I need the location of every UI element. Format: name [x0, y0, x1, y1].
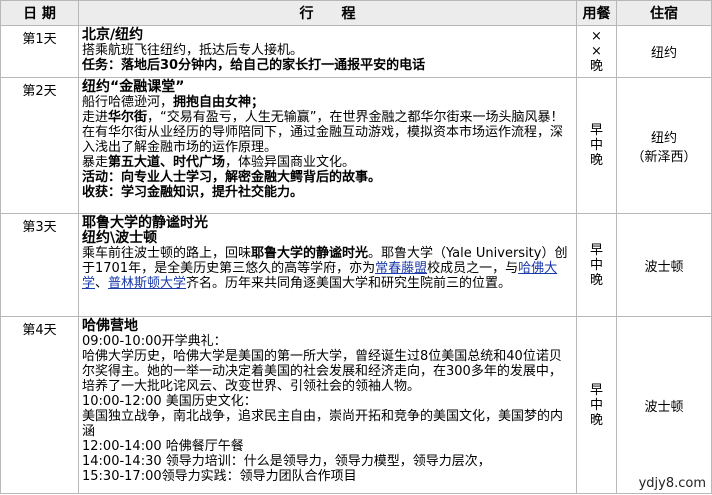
meal-cell: × × 晚 — [576, 25, 617, 78]
itinerary-text: 船行哈德逊河，拥抱自由女神； — [82, 95, 574, 110]
activity-text: 活动：向专业人士学习，解密金融大鳄背后的故事。 — [82, 170, 382, 185]
text-segment: 齐名。历年来共同角逐美国大学和研究生院前三的位置。 — [186, 276, 512, 291]
itinerary-text: 搭乘航班飞往纽约，抵达后专人接机。 — [82, 43, 304, 58]
meal-lunch: 中 — [589, 397, 603, 413]
meal-cell: 早 中 晚 — [576, 213, 617, 317]
itinerary-table: 日 期 行 程 用餐 住宿 第1天 北京/纽约 搭乘航班飞往纽约，抵达后专人接机… — [0, 0, 712, 494]
schedule-line: 15:30-17:00领导力实践：领导力团队合作项目 — [82, 469, 357, 484]
text-segment-bold: 第五大道、时代广场 — [108, 155, 226, 170]
meal-breakfast: 早 — [589, 123, 603, 138]
schedule-line: 09:00-10:00开学典礼： — [82, 334, 227, 349]
gain-text: 收获：学习金融知识，提升社交能力。 — [82, 185, 304, 200]
hotel-cell: 波士顿 — [616, 316, 712, 494]
link-ivy-league[interactable]: 常春藤盟 — [375, 261, 427, 276]
meal-lunch: × — [591, 44, 602, 59]
hotel-cell: 纽约 — [616, 25, 712, 78]
text-segment-bold: 拥抱自由女神； — [173, 95, 265, 110]
hotel-area: （新泽西） — [631, 149, 697, 165]
meal-dinner: 晚 — [589, 59, 603, 74]
day-cell: 第4天 — [0, 316, 79, 494]
itinerary-cell: 纽约“金融课堂” 船行哈德逊河，拥抱自由女神； 走进华尔街，“交易有盈亏，人生无… — [78, 77, 577, 214]
text-segment: ，“交易有盈亏，人生无输赢”，在世界金融之都华尔街来一场头脑风暴！在有华尔街从业… — [82, 110, 564, 155]
schedule-line: 10:00-12:00 美国历史文化： — [82, 394, 257, 409]
header-itinerary: 行 程 — [78, 0, 577, 26]
hotel-cell: 纽约 （新泽西） — [616, 77, 712, 214]
meal-dinner: 晚 — [589, 412, 603, 428]
table-row: 第1天 北京/纽约 搭乘航班飞往纽约，抵达后专人接机。 任务：落地后30分钟内，… — [0, 25, 712, 78]
watermark: ydjy8.com — [636, 476, 708, 491]
itinerary-text: 暴走第五大道、时代广场，体验异国商业文化。 — [82, 155, 574, 170]
meal-cell: 早 中 晚 — [576, 316, 617, 494]
itinerary-cell: 哈佛营地 09:00-10:00开学典礼： 哈佛大学历史，哈佛大学是美国的第一所… — [78, 316, 577, 494]
day-cell: 第3天 — [0, 213, 79, 317]
meal-lunch: 中 — [589, 257, 603, 273]
text-segment: 暴走 — [82, 155, 109, 170]
task-text: 任务：落地后30分钟内，给自己的家长打一通报平安的电话 — [82, 58, 426, 73]
schedule-line: 哈佛大学历史，哈佛大学是美国的第一所大学，曾经诞生过8位美国总统和40位诺贝尔奖… — [82, 349, 562, 394]
table-row: 第2天 纽约“金融课堂” 船行哈德逊河，拥抱自由女神； 走进华尔街，“交易有盈亏… — [0, 77, 712, 214]
meal-lunch: 中 — [589, 138, 603, 153]
table-header-row: 日 期 行 程 用餐 住宿 — [0, 0, 712, 26]
day-cell: 第1天 — [0, 25, 79, 78]
header-hotel: 住宿 — [616, 0, 712, 26]
meal-dinner: 晚 — [589, 272, 603, 288]
meal-breakfast: 早 — [589, 242, 603, 258]
schedule-line: 14:00-14:30 领导力培训：什么是领导力，领导力模型，领导力层次， — [82, 454, 491, 469]
text-segment: ，体验异国商业文化。 — [225, 155, 356, 170]
day-cell: 第2天 — [0, 77, 79, 214]
itinerary-cell: 北京/纽约 搭乘航班飞往纽约，抵达后专人接机。 任务：落地后30分钟内，给自己的… — [78, 25, 577, 78]
meal-dinner: 晚 — [589, 153, 603, 168]
text-segment-bold: 耶鲁大学的静谧时光 — [251, 246, 369, 261]
meal-breakfast: × — [591, 29, 602, 44]
day-title: 纽约“金融课堂” — [82, 79, 185, 95]
day-title: 哈佛营地 — [82, 318, 138, 334]
text-segment: 乘车前往波士顿的路上，回味 — [82, 246, 252, 261]
schedule-line: 12:00-14:00 哈佛餐厅午餐 — [82, 439, 244, 454]
hotel-name: 纽约 — [650, 130, 677, 146]
text-segment: 走进 — [82, 110, 109, 125]
table-row: 第4天 哈佛营地 09:00-10:00开学典礼： 哈佛大学历史，哈佛大学是美国… — [0, 316, 712, 494]
text-segment: 船行哈德逊河， — [82, 95, 174, 110]
day-title: 北京/纽约 — [82, 27, 144, 43]
table-row: 第3天 耶鲁大学的静谧时光 纽约\波士顿 乘车前往波士顿的路上，回味耶鲁大学的静… — [0, 213, 712, 317]
itinerary-text: 乘车前往波士顿的路上，回味耶鲁大学的静谧时光。耶鲁大学（Yale Univers… — [82, 246, 574, 291]
meal-breakfast: 早 — [589, 382, 603, 398]
hotel-cell: 波士顿 — [616, 213, 712, 317]
day-title: 耶鲁大学的静谧时光 — [82, 215, 208, 231]
text-segment: 校成员之一，与 — [427, 261, 519, 276]
link-princeton[interactable]: 普林斯顿大学 — [108, 276, 186, 291]
itinerary-cell: 耶鲁大学的静谧时光 纽约\波士顿 乘车前往波士顿的路上，回味耶鲁大学的静谧时光。… — [78, 213, 577, 317]
day-subtitle: 纽约\波士顿 — [82, 230, 158, 246]
schedule-line: 美国独立战争，南北战争，追求民主自由，崇尚开拓和竞争的美国文化，美国梦的内涵 — [82, 409, 564, 439]
header-date: 日 期 — [0, 0, 79, 26]
text-segment-bold: 华尔街 — [108, 110, 148, 125]
text-segment: 、 — [95, 276, 109, 291]
header-meal: 用餐 — [576, 0, 617, 26]
meal-cell: 早 中 晚 — [576, 77, 617, 214]
itinerary-text: 走进华尔街，“交易有盈亏，人生无输赢”，在世界金融之都华尔街来一场头脑风暴！在有… — [82, 110, 574, 155]
